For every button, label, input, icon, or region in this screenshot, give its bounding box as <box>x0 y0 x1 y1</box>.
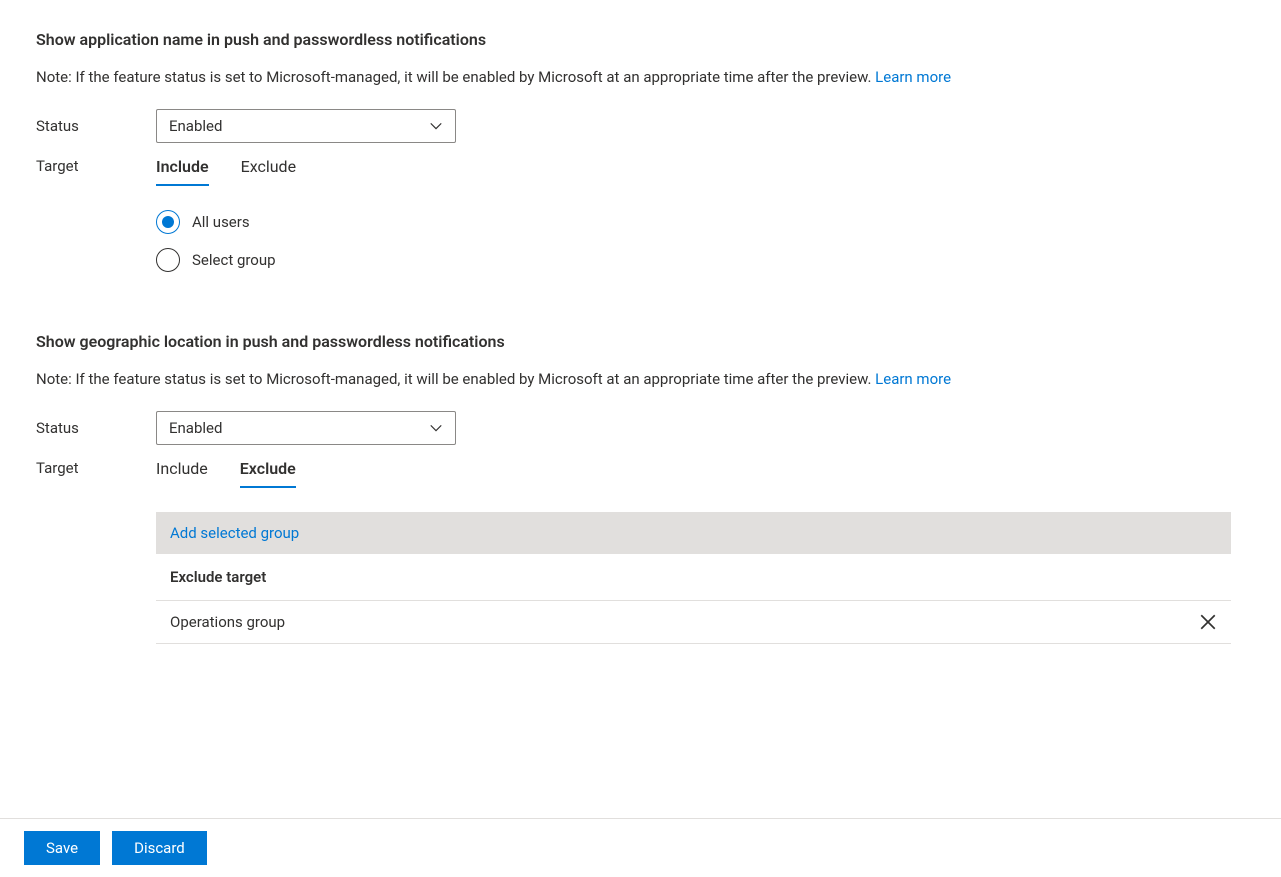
exclude-panel: Add selected group Exclude target Operat… <box>156 512 1231 644</box>
exclude-row: Operations group <box>156 601 1231 644</box>
status-label: Status <box>36 419 156 437</box>
radio-all-users[interactable]: All users <box>156 210 1245 234</box>
section-title: Show application name in push and passwo… <box>36 30 1245 49</box>
discard-button[interactable]: Discard <box>112 831 207 865</box>
status-label: Status <box>36 117 156 135</box>
save-button[interactable]: Save <box>24 831 100 865</box>
target-label: Target <box>36 459 156 477</box>
note-body: Note: If the feature status is set to Mi… <box>36 370 875 388</box>
radio-select-group[interactable]: Select group <box>156 248 1245 272</box>
status-value: Enabled <box>169 419 222 437</box>
note-body: Note: If the feature status is set to Mi… <box>36 68 875 86</box>
target-label: Target <box>36 157 156 175</box>
status-select[interactable]: Enabled <box>156 109 456 143</box>
section-app-name: Show application name in push and passwo… <box>36 30 1245 312</box>
chevron-down-icon <box>429 119 443 133</box>
radio-label-select-group: Select group <box>192 251 276 269</box>
chevron-down-icon <box>429 421 443 435</box>
radio-circle <box>156 210 180 234</box>
close-icon[interactable] <box>1199 613 1217 631</box>
section-title: Show geographic location in push and pas… <box>36 332 1245 351</box>
add-selected-group-button[interactable]: Add selected group <box>156 512 1231 554</box>
note-text: Note: If the feature status is set to Mi… <box>36 67 1245 87</box>
section-geo-location: Show geographic location in push and pas… <box>36 332 1245 684</box>
exclude-target-header: Exclude target <box>156 554 1231 601</box>
learn-more-link[interactable]: Learn more <box>875 370 951 388</box>
target-tabs: Include Exclude <box>156 459 1245 488</box>
status-value: Enabled <box>169 117 222 135</box>
target-radio-group: All users Select group <box>156 210 1245 272</box>
footer-bar: Save Discard <box>0 818 1281 877</box>
note-text: Note: If the feature status is set to Mi… <box>36 369 1245 389</box>
tab-include[interactable]: Include <box>156 459 208 488</box>
radio-circle <box>156 248 180 272</box>
radio-label-all-users: All users <box>192 213 250 231</box>
tab-exclude[interactable]: Exclude <box>241 157 296 186</box>
target-tabs: Include Exclude <box>156 157 1245 186</box>
status-select[interactable]: Enabled <box>156 411 456 445</box>
exclude-row-name: Operations group <box>170 613 285 631</box>
tab-exclude[interactable]: Exclude <box>240 459 296 488</box>
tab-include[interactable]: Include <box>156 157 209 186</box>
learn-more-link[interactable]: Learn more <box>875 68 951 86</box>
